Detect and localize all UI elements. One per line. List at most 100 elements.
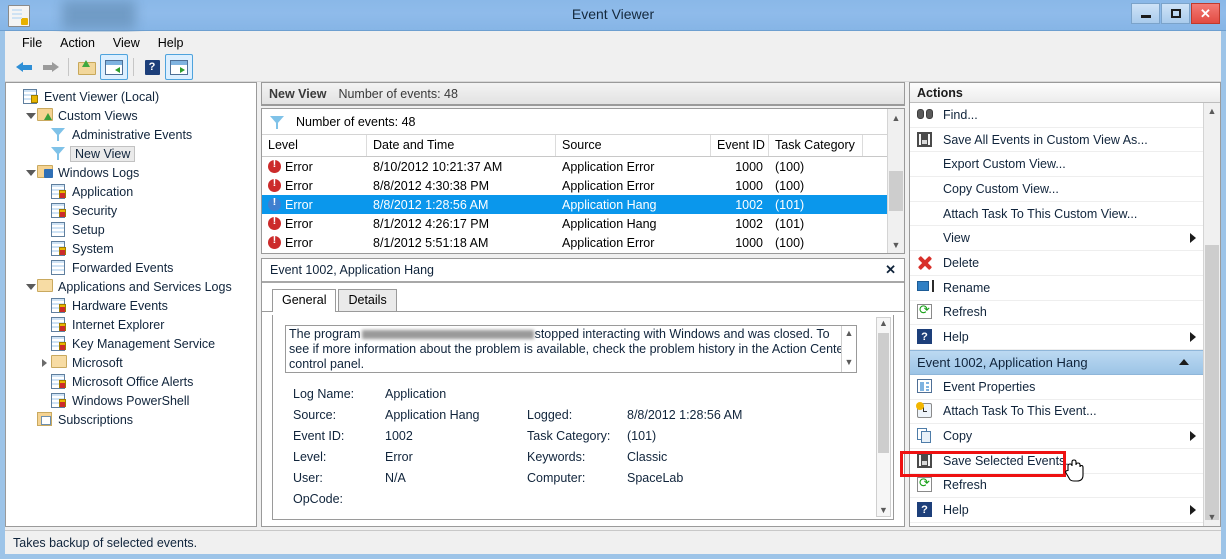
action-item-event-properties[interactable]: Event Properties xyxy=(910,375,1220,400)
tree-item-new-view[interactable]: New View xyxy=(10,144,256,163)
show-hide-console-tree-button[interactable] xyxy=(100,54,128,80)
description-scroll-down-icon[interactable]: ▼ xyxy=(842,355,856,370)
event-list-row[interactable]: Error8/10/2012 10:21:37 AMApplication Er… xyxy=(262,157,904,176)
tab-details[interactable]: Details xyxy=(338,289,396,311)
column-header-datetime[interactable]: Date and Time xyxy=(367,135,556,156)
details-scrollbar-thumb[interactable] xyxy=(878,333,889,453)
tree-item-setup[interactable]: Setup xyxy=(10,220,256,239)
event-list-row[interactable]: Error8/1/2012 5:51:18 AMApplication Erro… xyxy=(262,233,904,252)
field-value: 1002 xyxy=(385,429,527,443)
cell-datetime: 8/1/2012 5:51:18 AM xyxy=(367,236,556,250)
filter-summary-row[interactable]: Number of events: 48 xyxy=(262,109,904,135)
tree-item-application[interactable]: Application xyxy=(10,182,256,201)
column-header-source[interactable]: Source xyxy=(556,135,711,156)
tree-expander-open-icon[interactable] xyxy=(24,284,37,290)
tree-item-windows-powershell[interactable]: Windows PowerShell xyxy=(10,391,256,410)
menu-view[interactable]: View xyxy=(104,34,149,52)
tree-item-custom-views[interactable]: Custom Views xyxy=(10,106,256,125)
tab-general[interactable]: General xyxy=(272,289,336,312)
show-hide-action-pane-button[interactable] xyxy=(165,54,193,80)
tree-item-label: Microsoft xyxy=(72,356,123,370)
toolbar-separator-1 xyxy=(68,58,69,76)
back-button[interactable] xyxy=(11,55,37,79)
close-button[interactable]: ✕ xyxy=(1191,3,1220,24)
collapse-caret-icon[interactable] xyxy=(1179,359,1189,365)
action-item-rename[interactable]: Rename xyxy=(910,276,1220,301)
submenu-arrow-icon[interactable] xyxy=(1190,505,1196,515)
column-header-level[interactable]: Level xyxy=(262,135,367,156)
minimize-button[interactable] xyxy=(1131,3,1160,24)
scrollbar-thumb[interactable] xyxy=(889,171,903,211)
tree-item-administrative-events[interactable]: Administrative Events xyxy=(10,125,256,144)
details-scrollbar[interactable]: ▲ ▼ xyxy=(876,317,891,517)
menu-file[interactable]: File xyxy=(13,34,51,52)
tree-expander-open-icon[interactable] xyxy=(24,170,37,176)
up-one-level-button[interactable] xyxy=(74,55,100,79)
action-item-find[interactable]: Find... xyxy=(910,103,1220,128)
tree-expander-closed-icon[interactable] xyxy=(38,359,51,367)
description-scroll-up-icon[interactable]: ▲ xyxy=(842,326,856,341)
action-item-delete[interactable]: Delete xyxy=(910,251,1220,276)
action-item-help[interactable]: ?Help xyxy=(910,325,1220,350)
tree-item-label: Internet Explorer xyxy=(72,318,164,332)
help-button[interactable]: ? xyxy=(139,55,165,79)
action-item-view[interactable]: View xyxy=(910,226,1220,251)
column-header-task-category[interactable]: Task Category xyxy=(769,135,863,156)
action-item-refresh[interactable]: Refresh xyxy=(910,301,1220,326)
actions-scrollbar-thumb[interactable] xyxy=(1205,245,1219,520)
tree-item-label: Forwarded Events xyxy=(72,261,173,275)
cell-level-text: Error xyxy=(285,179,313,193)
tree-item-system[interactable]: System xyxy=(10,239,256,258)
event-list-row[interactable]: Error8/8/2012 1:28:56 AMApplication Hang… xyxy=(262,195,904,214)
tree-item-security[interactable]: Security xyxy=(10,201,256,220)
tree-item-hardware-events[interactable]: Hardware Events xyxy=(10,296,256,315)
tree-item-microsoft-office-alerts[interactable]: Microsoft Office Alerts xyxy=(10,372,256,391)
tree-item-key-management-service[interactable]: Key Management Service xyxy=(10,334,256,353)
tree-item-label: System xyxy=(72,242,114,256)
submenu-arrow-icon[interactable] xyxy=(1190,431,1196,441)
tree-item-applications-and-services-logs[interactable]: Applications and Services Logs xyxy=(10,277,256,296)
actions-scroll-up-icon[interactable]: ▲ xyxy=(1204,103,1220,120)
action-item-attach-task-to-this-event[interactable]: Attach Task To This Event... xyxy=(910,400,1220,425)
tree-item-internet-explorer[interactable]: Internet Explorer xyxy=(10,315,256,334)
description-scrollbar[interactable]: ▲ ▼ xyxy=(841,326,856,372)
tree-item-event-viewer-local[interactable]: Event Viewer (Local) xyxy=(10,87,256,106)
scroll-up-icon[interactable]: ▲ xyxy=(888,109,904,126)
actions-scrollbar[interactable]: ▲ ▼ xyxy=(1203,103,1220,526)
submenu-arrow-icon[interactable] xyxy=(1190,233,1196,243)
menu-bar: File Action View Help xyxy=(5,32,1221,53)
tree-item-forwarded-events[interactable]: Forwarded Events xyxy=(10,258,256,277)
cell-source: Application Error xyxy=(556,179,711,193)
tree-item-subscriptions[interactable]: Subscriptions xyxy=(10,410,256,429)
actions-scroll-down-icon[interactable]: ▼ xyxy=(1204,509,1220,526)
menu-action[interactable]: Action xyxy=(51,34,104,52)
details-scroll-down-icon[interactable]: ▼ xyxy=(877,505,890,515)
action-item-copy[interactable]: Copy xyxy=(910,424,1220,449)
event-details-body: The programstopped interacting with Wind… xyxy=(272,315,894,520)
submenu-arrow-icon[interactable] xyxy=(1190,332,1196,342)
tree-item-windows-logs[interactable]: Windows Logs xyxy=(10,163,256,182)
event-list-row[interactable]: Error8/8/2012 4:30:38 PMApplication Erro… xyxy=(262,176,904,195)
event-list-row[interactable]: Error8/1/2012 4:26:17 PMApplication Hang… xyxy=(262,214,904,233)
action-item-save-all-events-in-custom-view-as[interactable]: Save All Events in Custom View As... xyxy=(910,128,1220,153)
details-scroll-up-icon[interactable]: ▲ xyxy=(877,318,890,328)
field-label: Source: xyxy=(293,408,385,422)
action-item-help[interactable]: ?Help xyxy=(910,498,1220,523)
menu-help[interactable]: Help xyxy=(149,34,193,52)
tree-expander-open-icon[interactable] xyxy=(24,113,37,119)
column-header-event-id[interactable]: Event ID xyxy=(711,135,769,156)
forward-button[interactable] xyxy=(37,55,63,79)
scroll-down-icon[interactable]: ▼ xyxy=(888,236,904,253)
field-label-secondary: Logged: xyxy=(527,408,627,422)
action-item-export-custom-view[interactable]: Export Custom View... xyxy=(910,152,1220,177)
actions-group-header-event-1002-application-hang[interactable]: Event 1002, Application Hang xyxy=(910,350,1220,375)
event-list-scrollbar[interactable]: ▲ ▼ xyxy=(887,109,904,253)
tree-item-label: Key Management Service xyxy=(72,337,215,351)
event-description-box[interactable]: The programstopped interacting with Wind… xyxy=(285,325,857,373)
folder-up-icon xyxy=(78,60,96,75)
tree-item-microsoft[interactable]: Microsoft xyxy=(10,353,256,372)
action-item-copy-custom-view[interactable]: Copy Custom View... xyxy=(910,177,1220,202)
close-details-icon[interactable]: ✕ xyxy=(885,262,896,278)
action-item-attach-task-to-this-custom-view[interactable]: Attach Task To This Custom View... xyxy=(910,202,1220,227)
maximize-button[interactable] xyxy=(1161,3,1190,24)
